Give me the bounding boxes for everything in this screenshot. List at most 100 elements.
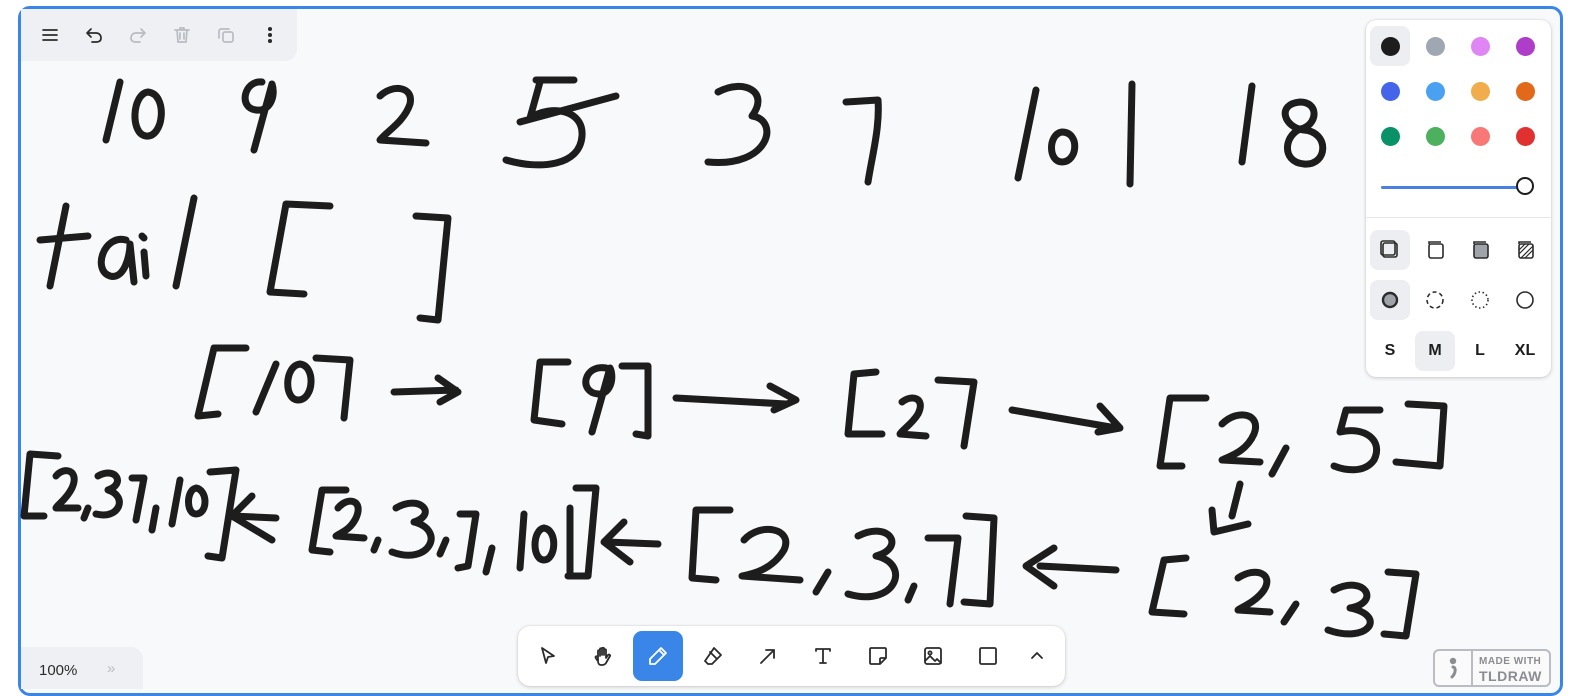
color-swatch-violet[interactable] [1505, 26, 1545, 66]
color-swatch-green[interactable] [1370, 116, 1410, 156]
ink-number-5-crossed[interactable] [502, 76, 620, 169]
dash-dotted-icon [1471, 291, 1489, 309]
chevron-up-icon [1031, 652, 1043, 659]
ink-arrow-3[interactable] [1008, 402, 1124, 436]
ink-arrow-left-1[interactable] [228, 492, 280, 544]
dash-draw-button[interactable] [1370, 280, 1410, 320]
ink-arrow-down[interactable] [1208, 480, 1252, 536]
ink-list-2[interactable] [844, 368, 978, 450]
duplicate-button[interactable] [209, 18, 243, 52]
text-tool[interactable] [798, 631, 848, 681]
undo-icon [86, 28, 102, 43]
arrow-tool[interactable] [743, 631, 793, 681]
color-dot-icon [1515, 126, 1535, 146]
ink-arrow-1[interactable] [390, 374, 462, 406]
color-swatch-red[interactable] [1505, 116, 1545, 156]
color-dot-icon [1380, 36, 1400, 56]
color-swatch-blue[interactable] [1370, 71, 1410, 111]
ink-brackets-empty[interactable] [266, 200, 452, 324]
color-dot-icon [1425, 126, 1445, 146]
color-swatch-yellow[interactable] [1460, 71, 1500, 111]
color-swatch-light-violet[interactable] [1460, 26, 1500, 66]
ink-arrow-2[interactable] [672, 382, 800, 414]
size-s-button[interactable]: S [1370, 331, 1410, 371]
fill-solid-icon [1473, 241, 1489, 259]
color-swatch-light-green[interactable] [1415, 116, 1455, 156]
color-dot-icon [1470, 36, 1490, 56]
rectangle-icon [979, 647, 997, 665]
select-icon [541, 647, 555, 664]
rectangle-tool[interactable] [963, 631, 1013, 681]
fill-semi-button[interactable] [1415, 230, 1455, 270]
main-menu-button[interactable] [33, 18, 67, 52]
text-icon [815, 648, 831, 664]
color-swatch-grey[interactable] [1415, 26, 1455, 66]
color-dot-icon [1470, 81, 1490, 101]
ink-number-101[interactable] [1014, 80, 1136, 188]
fill-pattern-icon [1518, 241, 1534, 259]
fill-none-button[interactable] [1370, 230, 1410, 270]
size-m-button[interactable]: M [1415, 331, 1455, 371]
dash-solid-icon [1516, 291, 1534, 309]
trash-icon [174, 27, 190, 43]
undo-button[interactable] [77, 18, 111, 52]
ink-list-2-5[interactable] [1156, 394, 1448, 478]
zoom-panel: 100% » [21, 647, 143, 689]
color-dot-icon [1515, 81, 1535, 101]
ink-list-2-3-7-101-left[interactable] [20, 450, 240, 562]
dash-dotted-button[interactable] [1460, 280, 1500, 320]
hand-icon [594, 646, 611, 666]
dash-dashed-icon [1426, 291, 1444, 309]
size-l-button[interactable]: L [1460, 331, 1500, 371]
ink-arrow-left-3[interactable] [1022, 544, 1120, 590]
color-swatch-light-blue[interactable] [1415, 71, 1455, 111]
fill-pattern-button[interactable] [1505, 230, 1545, 270]
watermark-line-1: MADE WITH [1479, 656, 1542, 667]
ink-list-2-3-bottom[interactable] [1148, 554, 1420, 640]
draw-tool[interactable] [633, 631, 683, 681]
hand-tool[interactable] [578, 631, 628, 681]
ink-list-10[interactable] [194, 344, 354, 422]
color-dot-icon [1425, 36, 1445, 56]
opacity-slider-thumb[interactable] [1516, 177, 1534, 195]
color-swatch-light-red[interactable] [1460, 116, 1500, 156]
note-icon [869, 647, 887, 665]
color-swatch-black[interactable] [1370, 26, 1410, 66]
hamburger-icon [42, 29, 58, 41]
fill-none-icon [1380, 240, 1398, 258]
color-swatch-orange[interactable] [1505, 71, 1545, 111]
ink-number-7[interactable] [842, 96, 882, 186]
dash-draw-icon [1381, 291, 1399, 309]
fill-solid-button[interactable] [1460, 230, 1500, 270]
redo-button[interactable] [121, 18, 155, 52]
delete-button[interactable] [165, 18, 199, 52]
color-dot-icon [1380, 81, 1400, 101]
redo-icon [130, 28, 146, 43]
ink-word-tail[interactable] [36, 194, 198, 290]
zoom-level-button[interactable]: 100% [39, 662, 77, 679]
ink-arrow-left-2[interactable] [600, 518, 662, 566]
drawing-canvas[interactable] [0, 0, 1569, 689]
ink-list-2-3-7[interactable] [688, 506, 998, 608]
note-tool[interactable] [853, 631, 903, 681]
ink-list-9[interactable] [530, 358, 652, 440]
ink-list-2-3-7-101-mid[interactable] [308, 484, 600, 580]
dash-solid-button[interactable] [1505, 280, 1545, 320]
minimap-toggle-button[interactable]: » [107, 660, 115, 677]
size-xl-button[interactable]: XL [1505, 331, 1545, 371]
dash-dashed-button[interactable] [1415, 280, 1455, 320]
select-tool[interactable] [523, 631, 573, 681]
opacity-slider-track[interactable] [1381, 186, 1525, 189]
more-tools-button[interactable] [1015, 631, 1059, 681]
made-with-tldraw-badge[interactable]: MADE WITH TLDRAW [1433, 649, 1551, 687]
image-tool[interactable] [908, 631, 958, 681]
ink-number-9[interactable] [241, 78, 277, 154]
eraser-tool[interactable] [688, 631, 738, 681]
more-menu-button[interactable] [253, 18, 287, 52]
color-dot-icon [1380, 126, 1400, 146]
ink-number-10[interactable] [102, 78, 165, 144]
ink-number-2[interactable] [376, 85, 430, 147]
ink-number-18[interactable] [1238, 82, 1327, 168]
ink-number-3[interactable] [704, 82, 771, 166]
fill-semi-icon [1428, 241, 1444, 259]
